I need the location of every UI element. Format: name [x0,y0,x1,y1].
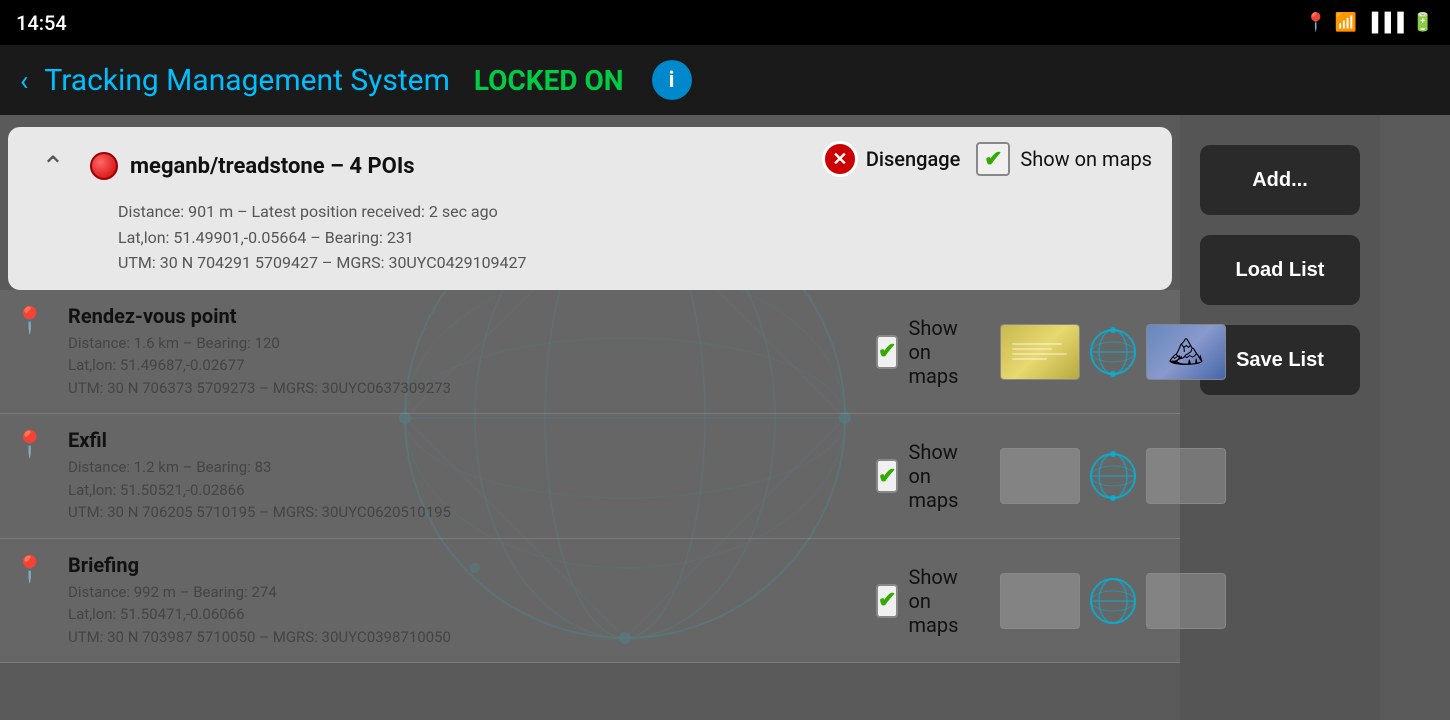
poi-name-0: Rendez-vous point [68,304,852,328]
header-distance: Distance: 901 m – Latest position receiv… [118,199,1152,225]
poi-actions-0: ✔ Show on maps [860,290,1180,414]
info-button[interactable]: i [652,60,692,100]
header-show-maps-label: Show on maps [1020,147,1152,171]
poi-utm-0: UTM: 30 N 706373 5709273 – MGRS: 30UYC06… [68,377,852,400]
poi-name-2: Briefing [68,553,852,577]
poi-list: ⌃ meganb/treadstone – 4 POIs ✕ Disengage… [0,115,1180,720]
poi-thumb-map-1[interactable] [1000,448,1080,504]
location-icon: 📍 [1304,12,1326,33]
disengage-label: Disengage [866,147,960,171]
show-maps-label-1: Show on maps [908,440,970,512]
poi-thumb-photo-0[interactable]: 🏔 [1146,324,1226,380]
header-details: Distance: 901 m – Latest position receiv… [28,199,1152,276]
checkmark-icon-2: ✔ [878,588,896,613]
poi-actions-2: ✔ Show on maps [860,539,1180,663]
header-latlon: Lat,lon: 51.49901,-0.05664 – Bearing: 23… [118,225,1152,251]
poi-distance-2: Distance: 992 m – Bearing: 274 [68,581,852,604]
poi-pin-0: 📍 [0,290,60,414]
poi-row-1: 📍 Exfil Distance: 1.2 km – Bearing: 83 L… [0,414,1180,539]
show-maps-button-0[interactable]: ✔ Show on maps [876,316,970,388]
pin-icon-0: 📍 [14,306,46,336]
pin-icon-1: 📍 [14,430,46,460]
poi-latlon-1: Lat,lon: 51.50521,-0.02866 [68,479,852,502]
signal-icon: ▐▐▐ [1365,12,1403,33]
poi-thumb-map-0[interactable] [1000,324,1080,380]
checkmark-icon-0: ✔ [878,339,896,364]
status-icons: 📍 📶 ▐▐▐ 🔋 [1304,12,1434,33]
show-maps-checkbox-0[interactable]: ✔ [876,335,898,369]
poi-utm-1: UTM: 30 N 706205 5710195 – MGRS: 30UYC06… [68,501,852,524]
show-maps-button-2[interactable]: ✔ Show on maps [876,565,970,637]
locked-on-label: LOCKED ON [474,64,624,97]
show-maps-button-1[interactable]: ✔ Show on maps [876,440,970,512]
poi-info-0: Rendez-vous point Distance: 1.6 km – Bea… [60,290,860,414]
battery-icon: 🔋 [1412,12,1434,33]
poi-thumb-map-2[interactable] [1000,573,1080,629]
poi-utm-2: UTM: 30 N 703987 5710050 – MGRS: 30UYC03… [68,626,852,649]
header-show-maps-button[interactable]: ✔ Show on maps [976,142,1152,176]
pin-icon-2: 📍 [14,555,46,585]
show-maps-checkbox-1[interactable]: ✔ [876,459,898,493]
globe-icon-2[interactable] [1088,576,1138,626]
tracking-dot [90,152,118,180]
show-maps-label-0: Show on maps [908,316,970,388]
header-checkmark-icon: ✔ [984,147,1002,172]
poi-latlon-2: Lat,lon: 51.50471,-0.06066 [68,603,852,626]
poi-row-2: 📍 Briefing Distance: 992 m – Bearing: 27… [0,539,1180,664]
disengage-icon: ✕ [822,141,858,177]
header-actions: ✕ Disengage ✔ Show on maps [822,141,1152,177]
header-card: ⌃ meganb/treadstone – 4 POIs ✕ Disengage… [8,127,1172,290]
poi-name-1: Exfil [68,428,852,452]
poi-row-0: 📍 Rendez-vous point Distance: 1.6 km – B… [0,290,1180,415]
collapse-button[interactable]: ⌃ [28,141,78,191]
show-maps-checkbox-2[interactable]: ✔ [876,584,898,618]
poi-info-2: Briefing Distance: 992 m – Bearing: 274 … [60,539,860,663]
poi-latlon-0: Lat,lon: 51.49687,-0.02677 [68,354,852,377]
app-title: Tracking Management System [44,63,449,98]
globe-icon-0[interactable] [1088,327,1138,377]
poi-distance-0: Distance: 1.6 km – Bearing: 120 [68,332,852,355]
header-utm: UTM: 30 N 704291 5709427 – MGRS: 30UYC04… [118,250,1152,276]
poi-distance-1: Distance: 1.2 km – Bearing: 83 [68,456,852,479]
poi-thumb-photo-1[interactable] [1146,448,1226,504]
poi-pin-1: 📍 [0,414,60,538]
main-content: ⌃ meganb/treadstone – 4 POIs ✕ Disengage… [0,115,1450,720]
wifi-icon: 📶 [1335,12,1357,33]
poi-info-1: Exfil Distance: 1.2 km – Bearing: 83 Lat… [60,414,860,538]
header-show-maps-checkbox[interactable]: ✔ [976,142,1010,176]
globe-icon-1[interactable] [1088,451,1138,501]
status-bar: 14:54 📍 📶 ▐▐▐ 🔋 [0,0,1450,45]
title-bar: ‹ Tracking Management System LOCKED ON i [0,45,1450,115]
poi-pin-2: 📍 [0,539,60,663]
disengage-button[interactable]: ✕ Disengage [822,141,960,177]
poi-thumb-photo-2[interactable] [1146,573,1226,629]
poi-actions-1: ✔ Show on maps [860,414,1180,538]
header-top: ⌃ meganb/treadstone – 4 POIs ✕ Disengage… [28,141,1152,191]
show-maps-label-2: Show on maps [908,565,970,637]
back-button[interactable]: ‹ [20,64,28,97]
status-time: 14:54 [16,11,67,35]
thumb-decoration-0 [1012,343,1067,360]
checkmark-icon-1: ✔ [878,464,896,489]
